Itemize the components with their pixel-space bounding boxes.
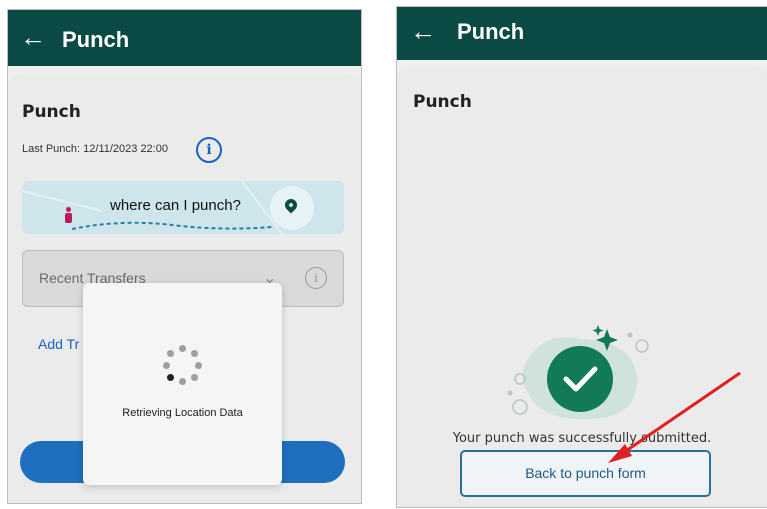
annotation-arrow: [608, 371, 741, 463]
